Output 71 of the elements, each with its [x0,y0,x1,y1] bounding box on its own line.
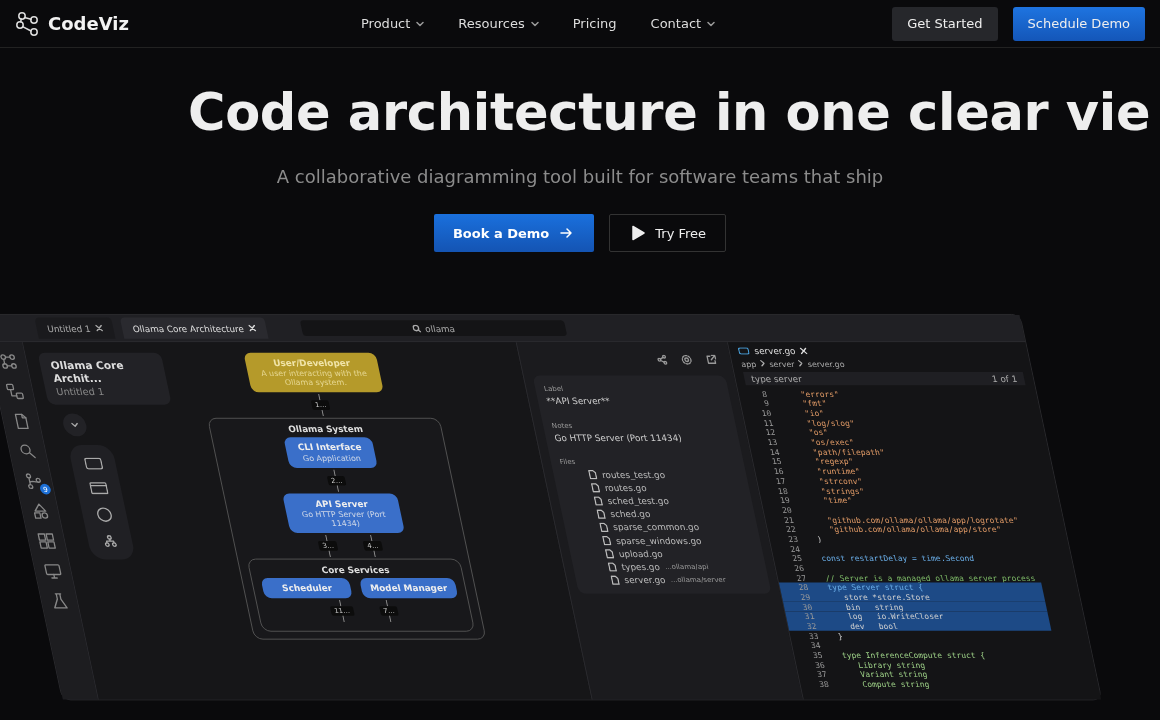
node-title: CLI Interface [295,442,364,453]
service-node[interactable]: Model Manager [359,578,458,599]
group-title: Core Services [320,564,392,577]
file-item[interactable]: routes.go [564,482,742,493]
file-icon [593,496,604,506]
chevron-down-icon [530,20,539,27]
file-item[interactable]: sparse_windows.go [575,535,753,546]
search-icon[interactable] [17,442,39,461]
external-link-icon[interactable] [704,354,718,366]
file-item[interactable]: routes_test.go [561,469,739,480]
brand-name: CodeViz [48,13,129,34]
search-field[interactable]: ollama [300,320,568,336]
logo-icon [14,10,40,37]
book-demo-button[interactable]: Book a Demo [433,214,595,252]
field-value[interactable]: Go HTTP Server (Port 11434) [553,432,731,443]
chevron-right-icon [797,359,804,367]
node-title: Scheduler [280,583,334,593]
panel-icon[interactable] [88,482,109,495]
group-title: Ollama System [287,424,365,436]
editor-tab[interactable]: server.go [727,342,1029,360]
nav-menu-item[interactable]: Contact [633,16,733,31]
document-subtitle: Untitled 1 [55,386,107,398]
hero-subtitle: A collaborative diagramming tool built for software teams that ship [275,166,885,187]
document-title: Ollama Core Archit... [49,359,126,385]
file-item[interactable]: upload.go [578,548,756,559]
document-card[interactable]: Ollama Core Archit... Untitled 1 [37,352,172,405]
schedule-demo-button[interactable]: Schedule Demo [1012,6,1145,41]
close-icon [799,347,809,355]
field-value[interactable]: **API Server** [545,395,723,406]
graph-nodes-icon[interactable] [0,352,20,371]
chevron-down-icon [707,20,716,27]
nav-menu-item[interactable]: Product [344,16,442,31]
find-field[interactable]: type server 1 of 1 [743,372,1026,386]
hero-headline: Code architecture in one clear vie [188,82,1152,144]
close-icon [248,324,257,332]
file-item[interactable]: sched_test.go [566,496,745,506]
grid-blocks-icon[interactable] [36,532,58,550]
file-icon [598,522,609,533]
file-icon [590,482,601,493]
file-icon [587,469,598,480]
node-title: API Server [313,498,370,509]
hierarchy-icon[interactable] [102,534,118,548]
find-query: type server [750,373,804,384]
file-icon [604,548,615,559]
file-icon [610,575,621,586]
nav-menu-item[interactable]: Resources [441,16,556,31]
circle-icon[interactable] [94,506,115,523]
match-count: 1 of 1 [990,373,1019,384]
node-title: User/Developer [271,358,352,368]
file-icon [601,535,612,546]
chevron-down-icon [70,422,79,428]
try-free-button[interactable]: Try Free [609,214,727,252]
file-item[interactable]: sched.go [569,509,747,520]
share-icon[interactable] [655,354,669,366]
file-item[interactable]: sparse_common.go [572,522,750,533]
arrow-right-icon [559,226,574,240]
file-icon [596,509,607,520]
service-node[interactable]: Scheduler [260,578,354,599]
flowchart-icon[interactable] [4,382,26,401]
nav-menu-item[interactable]: Pricing [555,16,634,31]
play-icon [631,225,646,241]
close-icon [95,324,104,332]
get-started-button[interactable]: Get Started [892,6,998,41]
chevron-down-icon [416,20,425,27]
monitor-icon[interactable] [42,562,64,580]
search-icon [411,324,422,333]
document-tab[interactable]: Ollama Core Architecture [119,317,269,339]
file-icon [607,562,618,572]
document-tab[interactable]: Untitled 1 [34,317,116,339]
node-title: Model Manager [369,583,449,593]
chevron-right-icon [759,359,766,367]
